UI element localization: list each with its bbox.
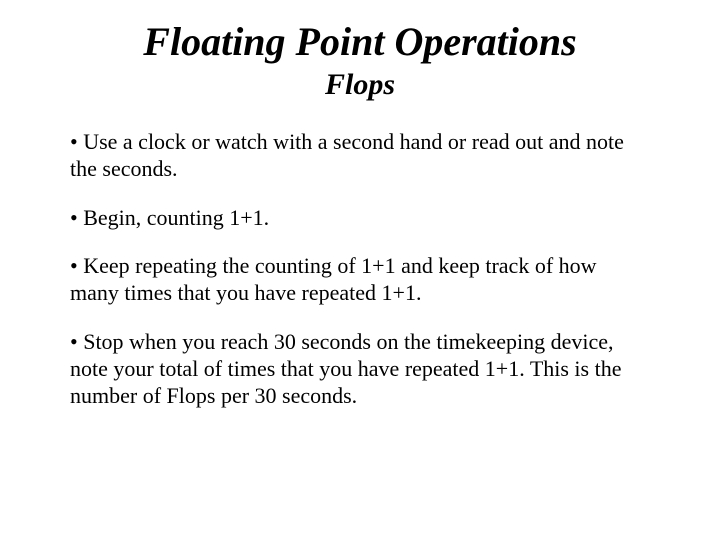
slide-title: Floating Point Operations	[70, 20, 650, 64]
slide-subtitle: Flops	[70, 68, 650, 101]
bullet-item: • Begin, counting 1+1.	[70, 205, 650, 232]
bullet-item: • Keep repeating the counting of 1+1 and…	[70, 253, 650, 307]
bullet-item: • Stop when you reach 30 seconds on the …	[70, 329, 650, 409]
bullet-list: • Use a clock or watch with a second han…	[70, 129, 650, 410]
bullet-item: • Use a clock or watch with a second han…	[70, 129, 650, 183]
slide: Floating Point Operations Flops • Use a …	[0, 0, 720, 540]
